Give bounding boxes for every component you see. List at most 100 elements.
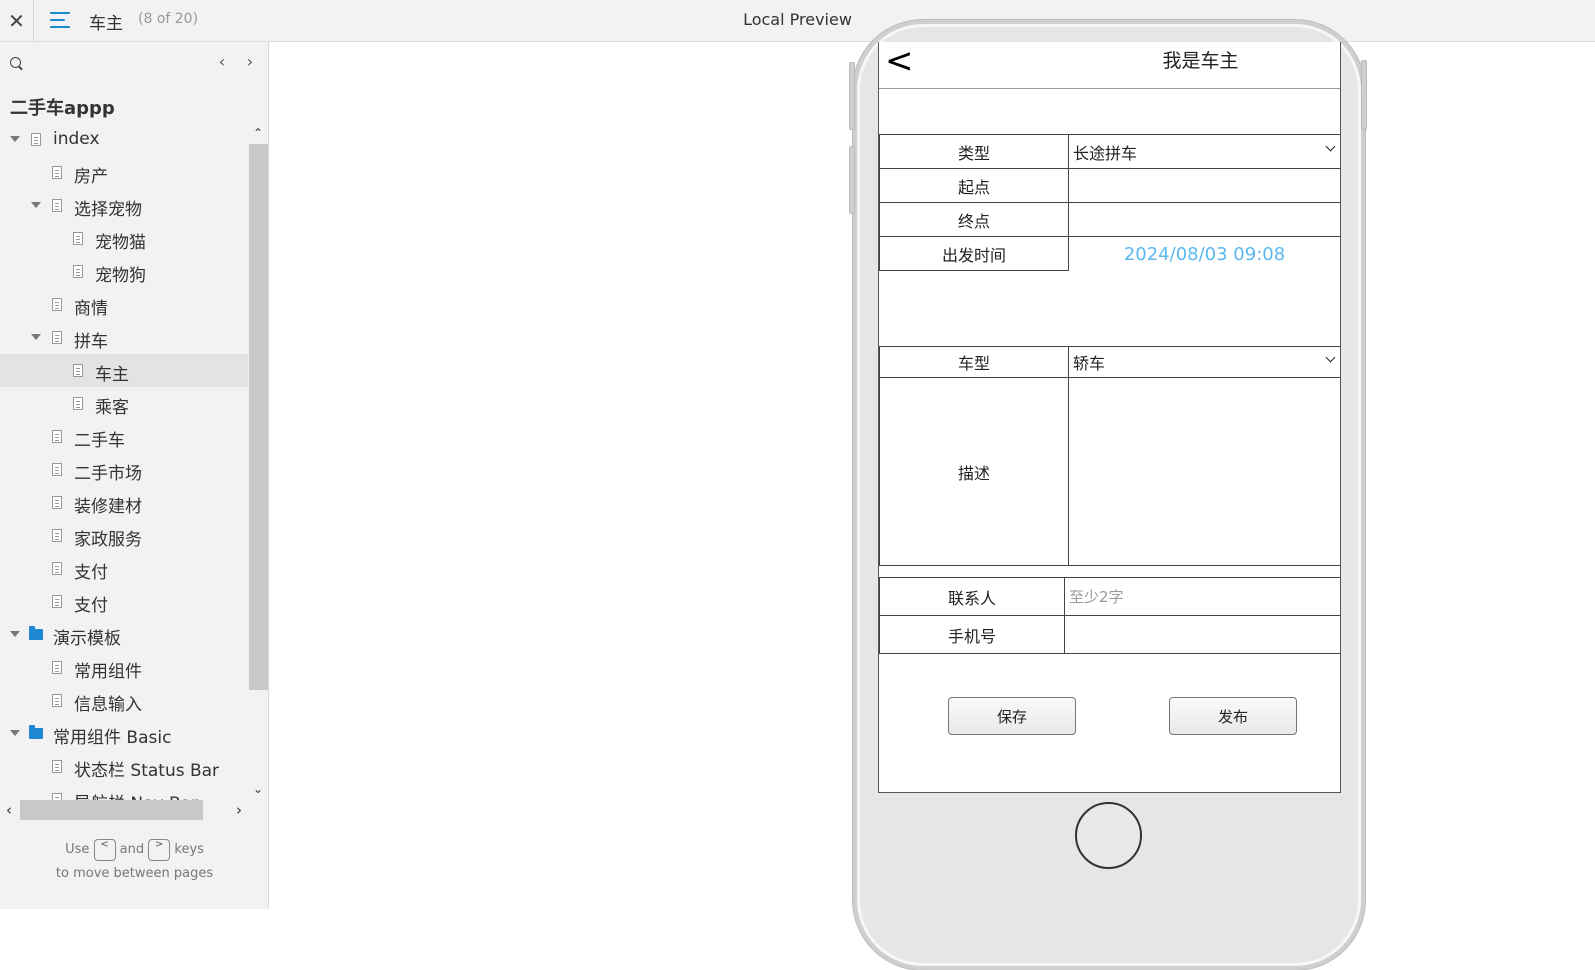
depart-time-field[interactable]: 2024/08/03 09:08 (1069, 237, 1340, 271)
page-icon (52, 166, 62, 179)
contact-label: 联系人 (880, 578, 1065, 615)
menu-icon[interactable] (50, 10, 72, 30)
page-icon (73, 265, 83, 278)
sidebar-item-label: 房产 (74, 167, 108, 187)
scroll-thumb-horizontal[interactable] (20, 800, 203, 820)
phone-side-button (849, 62, 855, 130)
scroll-right-icon[interactable]: › (232, 801, 246, 819)
end-input[interactable] (1069, 203, 1340, 236)
desc-textarea[interactable] (1069, 378, 1340, 565)
contact-field[interactable] (1065, 578, 1340, 615)
preview-title: Local Preview (743, 10, 852, 29)
page-icon (52, 760, 62, 773)
key-prev: < (93, 838, 116, 861)
sidebar-item[interactable]: 房产 (0, 156, 248, 189)
start-row: 起点 (879, 168, 1340, 203)
scroll-down-icon[interactable]: ⌄ (252, 782, 264, 796)
sidebar-item[interactable]: 宠物狗 (0, 255, 248, 288)
vertical-scrollbar[interactable]: ⌃ ⌄ (249, 126, 268, 800)
page-icon (73, 232, 83, 245)
page-icon (52, 661, 62, 674)
page-tree: index 房产选择宠物宠物猫 宠物狗商情 拼车车主 乘客 二手车二手市场 装修建材家政服务… (0, 122, 248, 802)
sidebar-item[interactable]: 支付 (0, 585, 248, 618)
sidebar-item[interactable]: 常用组件 Basic (0, 717, 248, 750)
page-icon (52, 562, 62, 575)
sidebar-item-label: 常用组件 (74, 662, 142, 682)
hint-use: Use (65, 842, 90, 857)
sidebar-item[interactable]: 选择宠物 (0, 189, 248, 222)
project-title: 二手车appp (10, 98, 115, 119)
start-label: 起点 (880, 169, 1069, 202)
caret-down-icon[interactable] (10, 136, 20, 142)
caret-down-icon[interactable] (31, 334, 41, 340)
phone-label: 手机号 (880, 616, 1065, 653)
phone-side-button (1361, 60, 1367, 130)
sidebar-item-label: 二手市场 (74, 464, 142, 484)
sidebar-item-label: 商情 (74, 299, 108, 319)
phone-field[interactable] (1065, 616, 1340, 653)
sidebar-item[interactable]: 家政服务 (0, 519, 248, 552)
sidebar-item[interactable]: 常用组件 (0, 651, 248, 684)
publish-button[interactable]: 发布 (1169, 697, 1297, 735)
search-row: ‹ › (0, 42, 268, 84)
phone-side-button (849, 146, 855, 214)
page-icon (31, 133, 41, 146)
scroll-up-icon[interactable]: ⌃ (252, 126, 264, 140)
depart-row: 出发时间 2024/08/03 09:08 (879, 236, 1340, 271)
prev-page-button[interactable]: ‹ (213, 52, 231, 72)
sidebar-item-label: 信息输入 (74, 695, 142, 715)
start-input[interactable] (1069, 169, 1340, 202)
sidebar-item-label: 宠物猫 (95, 233, 146, 253)
sidebar-item[interactable]: 信息输入 (0, 684, 248, 717)
sidebar-item[interactable]: 拼车 (0, 321, 248, 354)
key-next: > (148, 838, 171, 861)
sidebar-item[interactable]: 宠物猫 (0, 222, 248, 255)
car-label: 车型 (880, 347, 1069, 377)
horizontal-scrollbar[interactable]: ‹ › (0, 800, 249, 820)
page-icon (52, 694, 62, 707)
contact-input[interactable] (1065, 578, 1340, 615)
sidebar-item[interactable]: 车主 (0, 354, 248, 387)
sidebar-item[interactable]: 演示模板 (0, 618, 248, 651)
page-icon (52, 430, 62, 443)
close-button[interactable]: ✕ (0, 0, 34, 42)
hint-line2: to move between pages (55, 866, 214, 881)
scroll-thumb[interactable] (249, 144, 268, 690)
type-select[interactable]: 长途拼车 (1069, 135, 1340, 168)
top-bar: ✕ 车主 (8 of 20) Local Preview (0, 0, 1595, 42)
sidebar-item[interactable]: 状态栏 Status Bar (0, 750, 248, 783)
end-row: 终点 (879, 202, 1340, 237)
sidebar-item-label: 家政服务 (74, 530, 142, 550)
desc-field[interactable] (1069, 378, 1340, 565)
next-page-button[interactable]: › (241, 52, 259, 72)
keyboard-hint: Use < and > keys to move between pages (0, 838, 268, 886)
sidebar-item-label: 选择宠物 (74, 200, 142, 220)
scroll-left-icon[interactable]: ‹ (2, 801, 16, 819)
sidebar-item[interactable]: index (0, 123, 248, 156)
depart-time-value[interactable]: 2024/08/03 09:08 (1069, 237, 1340, 271)
desc-label: 描述 (880, 378, 1069, 565)
sidebar-item[interactable]: 二手市场 (0, 453, 248, 486)
car-select-value: 轿车 (1073, 354, 1106, 373)
sidebar-item[interactable]: 装修建材 (0, 486, 248, 519)
home-button[interactable] (1075, 802, 1142, 869)
page-icon (52, 298, 62, 311)
sidebar-item[interactable]: 商情 (0, 288, 248, 321)
sidebar-item[interactable]: 二手车 (0, 420, 248, 453)
search-input[interactable] (28, 52, 208, 74)
end-field[interactable] (1069, 203, 1340, 236)
caret-down-icon[interactable] (31, 202, 41, 208)
phone-input[interactable] (1065, 616, 1340, 653)
sidebar-item[interactable]: 乘客 (0, 387, 248, 420)
sidebar-item-label: 车主 (95, 365, 129, 385)
start-field[interactable] (1069, 169, 1340, 202)
save-button[interactable]: 保存 (948, 697, 1076, 735)
page-count: (8 of 20) (138, 11, 199, 27)
caret-down-icon[interactable] (10, 730, 20, 736)
caret-down-icon[interactable] (10, 631, 20, 637)
sidebar-item[interactable]: 支付 (0, 552, 248, 585)
sidebar-item-label: 支付 (74, 596, 108, 616)
desc-row: 描述 (879, 377, 1340, 566)
car-select[interactable]: 轿车 (1069, 347, 1340, 377)
sidebar-item-label: index (53, 129, 100, 149)
